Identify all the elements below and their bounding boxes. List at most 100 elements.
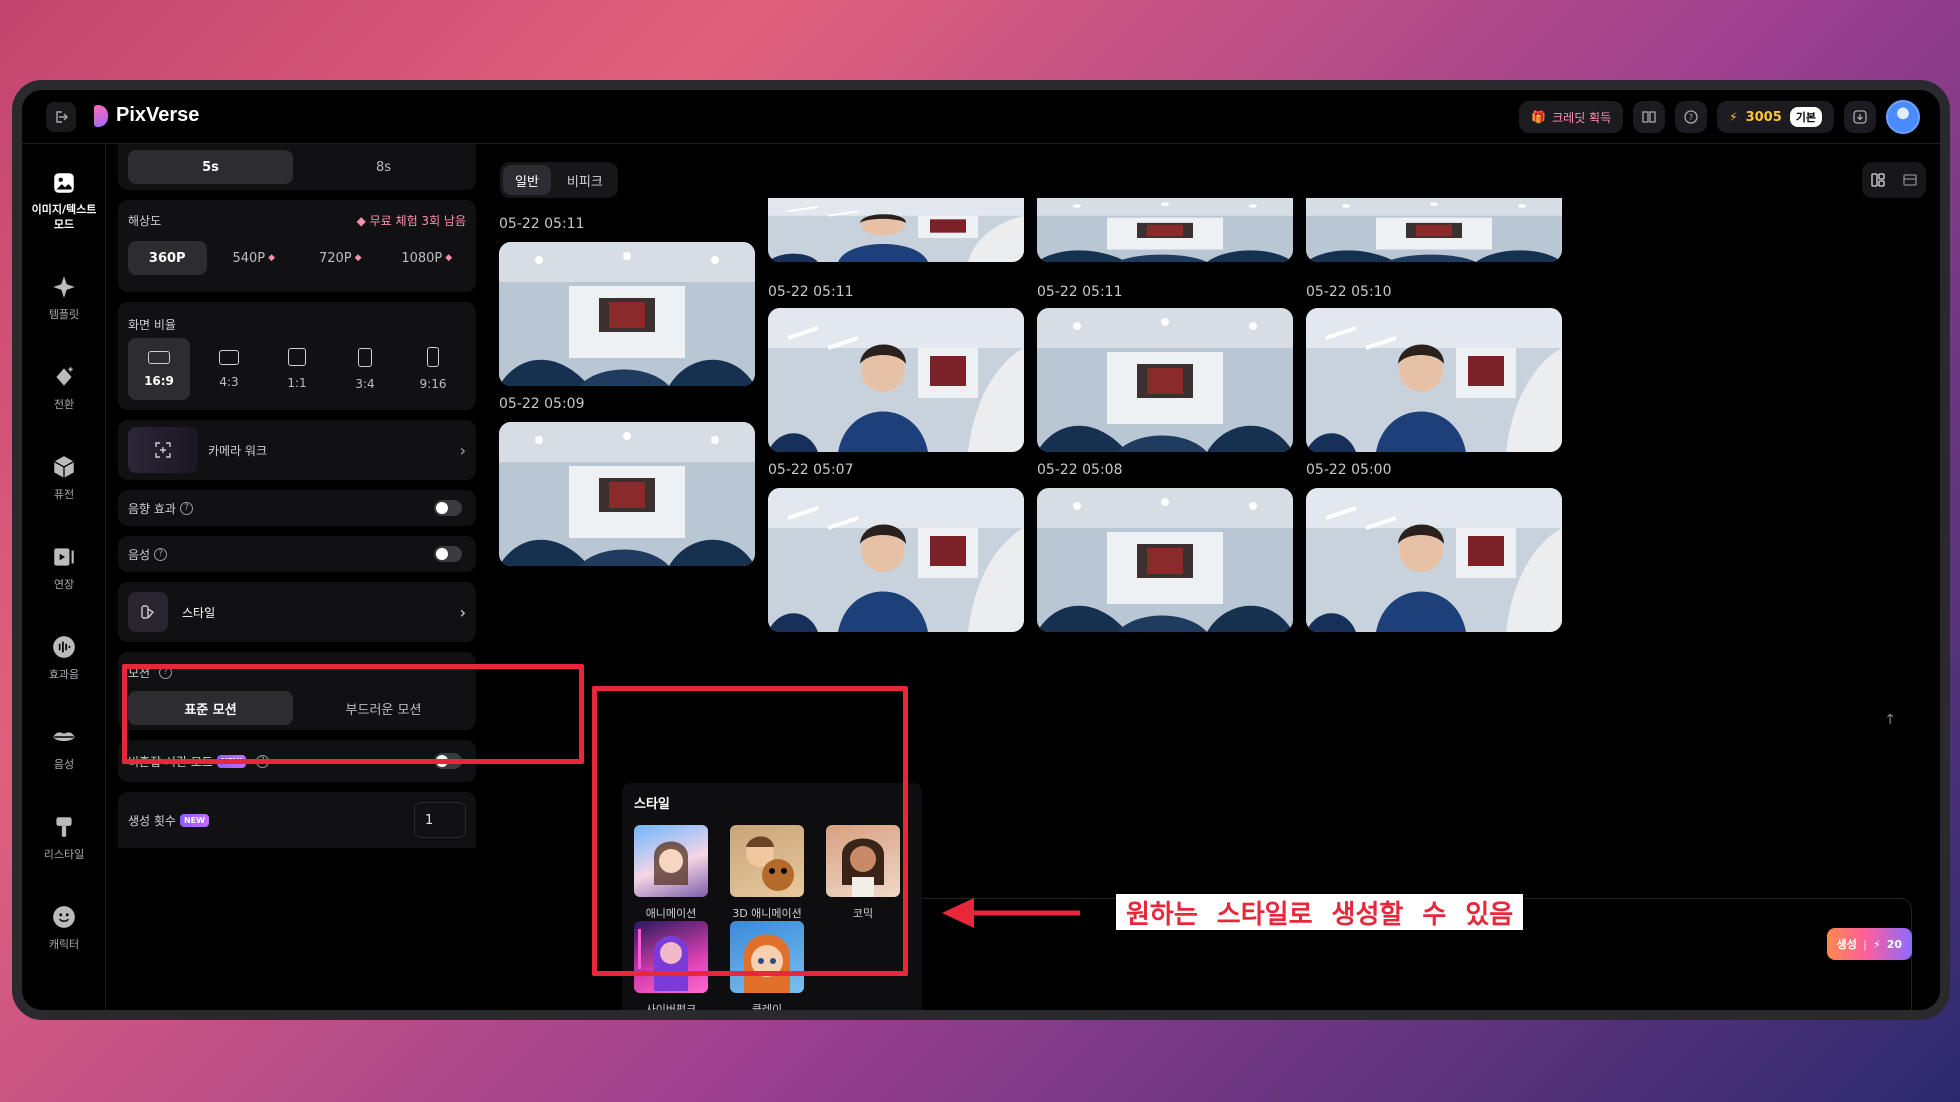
diamond-icon: ◆ xyxy=(268,253,276,263)
sidebar-item-restyle[interactable]: 리스타일 xyxy=(22,814,106,862)
help-button[interactable]: ? xyxy=(1675,101,1708,133)
resolution-option[interactable]: 720P ◆ xyxy=(301,241,380,275)
video-thumbnail[interactable] xyxy=(1306,488,1562,632)
sidebar: 이미지/텍스트 모드 템플릿 전환 퓨전 연장 효과음 음성 리스타일 캐릭터 xyxy=(22,144,106,1010)
earn-credits-button[interactable]: 🎁 크레딧 획득 xyxy=(1519,101,1624,133)
new-badge: NEW xyxy=(179,813,209,827)
camera-work-thumb xyxy=(128,427,198,473)
sidebar-item-sound-effect[interactable]: 효과음 xyxy=(22,634,106,682)
sidebar-item-fusion[interactable]: 퓨전 xyxy=(22,454,106,502)
video-thumbnail[interactable] xyxy=(768,488,1024,632)
video-thumbnail[interactable] xyxy=(1037,198,1293,262)
duration-option[interactable]: 5s xyxy=(128,150,293,184)
lips-icon xyxy=(53,732,75,742)
logo[interactable]: PixVerse xyxy=(94,104,199,127)
arrow-left-icon xyxy=(942,898,1080,928)
credit-count: 3005 xyxy=(1745,109,1782,125)
camera-work-row[interactable]: 카메라 워크 › xyxy=(118,420,476,480)
aspect-option-9-16[interactable]: 9:16 xyxy=(402,338,464,400)
timestamp: 05-22 05:07 xyxy=(768,462,854,478)
generate-label: 생성 xyxy=(1836,938,1857,951)
lightning-icon: ⚡ xyxy=(1872,937,1881,951)
style-label: 클레이 xyxy=(751,1003,783,1016)
timestamp: 05-22 05:08 xyxy=(1037,462,1123,478)
resolution-option[interactable]: 1080P ◆ xyxy=(388,241,467,275)
chevron-right-icon: › xyxy=(459,602,466,622)
duration-option[interactable]: 8s xyxy=(301,150,466,184)
style-label: 스타일 xyxy=(182,605,216,620)
palette-icon xyxy=(141,605,155,619)
video-thumbnail[interactable] xyxy=(768,308,1024,452)
resolution-option[interactable]: 540P ◆ xyxy=(215,241,294,275)
video-thumbnail[interactable] xyxy=(1306,308,1562,452)
sidebar-item-transition[interactable]: 전환 xyxy=(22,364,106,412)
video-thumbnail[interactable] xyxy=(1306,198,1562,262)
style-row[interactable]: 스타일 › xyxy=(118,582,476,642)
sidebar-item-label: 연장 xyxy=(53,578,75,591)
video-thumbnail[interactable] xyxy=(768,198,1024,262)
aspect-label: 1:1 xyxy=(287,376,307,390)
video-thumbnail[interactable] xyxy=(499,422,755,566)
sidebar-item-character[interactable]: 캐릭터 xyxy=(22,904,106,952)
sound-effect-label: 음향 효과 xyxy=(128,501,176,516)
camera-work-label: 카메라 워크 xyxy=(208,443,268,458)
gallery-tabs: 일반 비피크 xyxy=(500,162,618,198)
timestamp: 05-22 05:11 xyxy=(768,284,854,300)
diamond-icon: ◆ xyxy=(354,253,362,263)
sound-icon xyxy=(53,636,75,658)
highlight-styles-popup xyxy=(592,686,908,976)
list-view-icon[interactable] xyxy=(1902,172,1918,188)
sidebar-item-label: 이미지/텍스트 모드 xyxy=(31,203,97,231)
download-button[interactable] xyxy=(1844,101,1876,133)
book-icon xyxy=(1642,111,1656,123)
resolution-title: 해상도 xyxy=(128,214,162,228)
sidebar-item-extend[interactable]: 연장 xyxy=(22,544,106,592)
back-button[interactable] xyxy=(46,102,76,132)
sidebar-item-label: 템플릿 xyxy=(48,308,80,321)
sparkle-icon xyxy=(53,276,75,298)
sidebar-item-label: 전환 xyxy=(53,398,75,411)
help-icon[interactable]: ? xyxy=(179,501,193,515)
lightning-icon: ⚡ xyxy=(1729,110,1738,124)
style-thumb xyxy=(128,592,168,632)
sidebar-item-template[interactable]: 템플릿 xyxy=(22,274,106,322)
sidebar-item-image-text[interactable]: 이미지/텍스트 모드 xyxy=(22,170,106,232)
generate-button[interactable]: 생성 | ⚡ 20 xyxy=(1826,928,1912,960)
video-thumbnail[interactable] xyxy=(1037,488,1293,632)
aspect-option-1-1[interactable]: 1:1 xyxy=(266,338,328,400)
aspect-option-3-4[interactable]: 3:4 xyxy=(334,338,396,400)
sidebar-item-voice[interactable]: 음성 xyxy=(22,724,106,772)
face-icon xyxy=(53,906,75,928)
sound-effect-toggle[interactable] xyxy=(434,500,462,516)
ratio-icon xyxy=(358,347,372,367)
help-icon[interactable]: ? xyxy=(154,547,168,561)
tab-normal[interactable]: 일반 xyxy=(503,165,551,195)
avatar[interactable] xyxy=(1886,100,1920,134)
highlight-style-row xyxy=(122,664,584,764)
docs-button[interactable] xyxy=(1633,101,1666,133)
timestamp: 05-22 05:09 xyxy=(499,396,585,412)
generate-cost: 20 xyxy=(1886,937,1902,951)
voice-toggle[interactable] xyxy=(434,546,462,562)
diamond-icon: ◆ xyxy=(445,253,453,263)
aspect-option-4-3[interactable]: 4:3 xyxy=(198,338,260,400)
video-thumbnail[interactable] xyxy=(499,242,755,386)
image-icon xyxy=(54,173,74,193)
exit-icon xyxy=(56,111,68,123)
aspect-option-16-9[interactable]: 16:9 xyxy=(128,338,190,400)
resolution-option[interactable]: 360P xyxy=(128,241,207,275)
tab-off-peak[interactable]: 비피크 xyxy=(555,165,615,195)
timestamp: 05-22 05:00 xyxy=(1306,462,1392,478)
sidebar-item-label: 퓨전 xyxy=(53,488,75,501)
scroll-up-icon[interactable]: ↑ xyxy=(1884,712,1896,728)
sidebar-item-label: 리스타일 xyxy=(43,848,85,861)
sidebar-item-label: 음성 xyxy=(53,758,75,771)
timestamp: 05-22 05:10 xyxy=(1306,284,1392,300)
app-name: PixVerse xyxy=(116,104,200,126)
tier-badge: 기본 xyxy=(1789,107,1822,127)
video-thumbnail[interactable] xyxy=(1037,308,1293,452)
ratio-icon xyxy=(288,348,306,366)
credit-balance[interactable]: ⚡ 3005 기본 xyxy=(1717,101,1834,133)
grid-view-icon[interactable] xyxy=(1870,172,1886,188)
gen-count-input[interactable]: 1 xyxy=(414,802,466,838)
